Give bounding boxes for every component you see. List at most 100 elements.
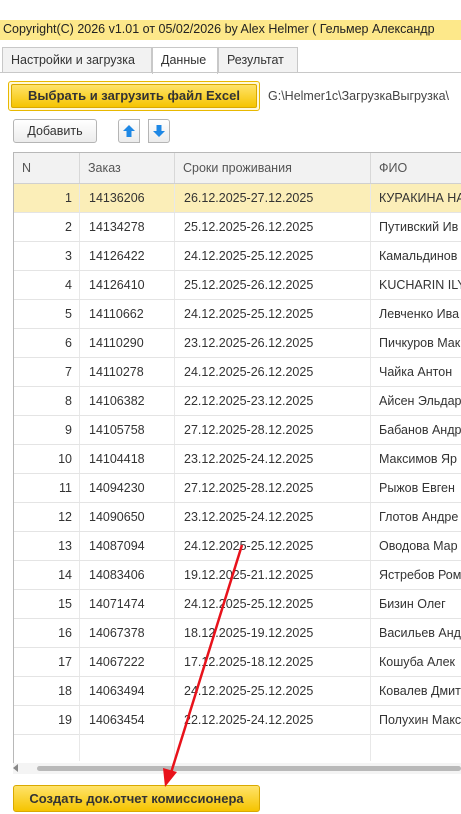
cell-n[interactable]: 13 (14, 532, 80, 560)
table-row[interactable]: 12 14090650 23.12.2025-24.12.2025 Глотов Ан… (14, 503, 461, 532)
cell-order[interactable]: 14063454 (80, 706, 175, 734)
cell-fio[interactable]: Оводова Мар (371, 532, 461, 560)
table-row[interactable]: 3 14126422 24.12.2025-25.12.2025 Камальдино… (14, 242, 461, 271)
cell-dates[interactable]: 27.12.2025-28.12.2025 (175, 474, 371, 502)
table-row[interactable]: 6 14110290 23.12.2025-26.12.2025 Пичкуров М… (14, 329, 461, 358)
cell-order[interactable]: 14094230 (80, 474, 175, 502)
cell-fio[interactable]: Камальдинов (371, 242, 461, 270)
scrollbar-thumb[interactable] (37, 766, 461, 771)
cell-n[interactable]: 18 (14, 677, 80, 705)
cell-dates[interactable]: 25.12.2025-26.12.2025 (175, 213, 371, 241)
cell-dates[interactable]: 24.12.2025-25.12.2025 (175, 300, 371, 328)
table-row[interactable]: 1 14136206 26.12.2025-27.12.2025 КУРАКИНА Н… (14, 184, 461, 213)
cell-order[interactable]: 14136206 (80, 184, 175, 212)
orders-table[interactable]: N Заказ Сроки проживания ФИО 1 14136206 26… (13, 152, 461, 774)
table-row[interactable]: 10 14104418 23.12.2025-24.12.2025 Максимов … (14, 445, 461, 474)
cell-dates[interactable]: 18.12.2025-19.12.2025 (175, 619, 371, 647)
tab-data[interactable]: Данные (152, 47, 218, 74)
cell-order[interactable]: 14105758 (80, 416, 175, 444)
cell-dates[interactable]: 23.12.2025-26.12.2025 (175, 329, 371, 357)
table-row[interactable]: 17 14067222 17.12.2025-18.12.2025 Кошуба Ал… (14, 648, 461, 677)
cell-order[interactable]: 14110662 (80, 300, 175, 328)
table-row[interactable]: 16 14067378 18.12.2025-19.12.2025 Васильев … (14, 619, 461, 648)
cell-order[interactable]: 14106382 (80, 387, 175, 415)
cell-n[interactable]: 8 (14, 387, 80, 415)
cell-order[interactable]: 14071474 (80, 590, 175, 618)
cell-order[interactable]: 14126410 (80, 271, 175, 299)
cell-order[interactable]: 14134278 (80, 213, 175, 241)
cell-dates[interactable]: 17.12.2025-18.12.2025 (175, 648, 371, 676)
cell-fio[interactable]: Глотов Андре (371, 503, 461, 531)
table-row[interactable]: 9 14105758 27.12.2025-28.12.2025 Бабанов Ан… (14, 416, 461, 445)
cell-order[interactable]: 14067378 (80, 619, 175, 647)
table-row[interactable]: 4 14126410 25.12.2025-26.12.2025 KUCHARIN I… (14, 271, 461, 300)
horizontal-scrollbar[interactable] (13, 763, 461, 774)
load-excel-button[interactable]: Выбрать и загрузить файл Excel (8, 81, 260, 111)
cell-order[interactable]: 14087094 (80, 532, 175, 560)
cell-fio[interactable]: Пичкуров Мак (371, 329, 461, 357)
cell-fio[interactable]: Ястребов Ром (371, 561, 461, 589)
cell-dates[interactable]: 24.12.2025-25.12.2025 (175, 532, 371, 560)
cell-fio[interactable]: Кошуба Алек (371, 648, 461, 676)
cell-n[interactable]: 7 (14, 358, 80, 386)
cell-order[interactable]: 14090650 (80, 503, 175, 531)
cell-n[interactable]: 9 (14, 416, 80, 444)
cell-n[interactable]: 6 (14, 329, 80, 357)
table-row[interactable]: 15 14071474 24.12.2025-25.12.2025 Бизин Оле… (14, 590, 461, 619)
cell-dates[interactable]: 26.12.2025-27.12.2025 (175, 184, 371, 212)
cell-fio[interactable]: Левченко Ива (371, 300, 461, 328)
table-row[interactable]: 7 14110278 24.12.2025-26.12.2025 Чайка Анто… (14, 358, 461, 387)
cell-dates[interactable]: 25.12.2025-26.12.2025 (175, 271, 371, 299)
cell-fio[interactable]: Рыжов Евген (371, 474, 461, 502)
cell-dates[interactable]: 22.12.2025-24.12.2025 (175, 706, 371, 734)
cell-n[interactable]: 19 (14, 706, 80, 734)
table-row[interactable]: 14 14083406 19.12.2025-21.12.2025 Ястребов … (14, 561, 461, 590)
table-row[interactable]: 5 14110662 24.12.2025-25.12.2025 Левченко И… (14, 300, 461, 329)
create-commission-report-button[interactable]: Создать док.отчет комиссионера (13, 785, 260, 812)
column-header-dates[interactable]: Сроки проживания (175, 153, 371, 183)
cell-fio[interactable]: Путивский Ив (371, 213, 461, 241)
column-header-n[interactable]: N (14, 153, 80, 183)
cell-n[interactable]: 15 (14, 590, 80, 618)
cell-fio[interactable]: Ковалев Дмит (371, 677, 461, 705)
cell-n[interactable]: 5 (14, 300, 80, 328)
cell-fio[interactable]: KUCHARIN ILY (371, 271, 461, 299)
cell-fio[interactable]: Бабанов Андр (371, 416, 461, 444)
cell-dates[interactable]: 23.12.2025-24.12.2025 (175, 445, 371, 473)
table-row[interactable]: 8 14106382 22.12.2025-23.12.2025 Айсен Эльд… (14, 387, 461, 416)
cell-order[interactable]: 14063494 (80, 677, 175, 705)
table-row[interactable]: 19 14063454 22.12.2025-24.12.2025 Полухин М… (14, 706, 461, 735)
cell-dates[interactable]: 24.12.2025-25.12.2025 (175, 677, 371, 705)
column-header-fio[interactable]: ФИО (371, 153, 461, 183)
tab-result[interactable]: Результат (218, 47, 298, 72)
cell-fio[interactable]: Максимов Яр (371, 445, 461, 473)
add-button[interactable]: Добавить (13, 119, 97, 143)
cell-n[interactable]: 1 (14, 184, 80, 212)
cell-n[interactable]: 2 (14, 213, 80, 241)
cell-fio[interactable]: Чайка Антон (371, 358, 461, 386)
cell-order[interactable]: 14126422 (80, 242, 175, 270)
cell-dates[interactable]: 19.12.2025-21.12.2025 (175, 561, 371, 589)
cell-order[interactable]: 14110290 (80, 329, 175, 357)
cell-dates[interactable]: 22.12.2025-23.12.2025 (175, 387, 371, 415)
cell-n[interactable]: 12 (14, 503, 80, 531)
cell-n[interactable]: 17 (14, 648, 80, 676)
table-row[interactable]: 13 14087094 24.12.2025-25.12.2025 Оводова М… (14, 532, 461, 561)
cell-n[interactable]: 10 (14, 445, 80, 473)
cell-n[interactable]: 4 (14, 271, 80, 299)
cell-n[interactable]: 14 (14, 561, 80, 589)
move-up-button[interactable] (118, 119, 140, 143)
scroll-left-arrow-icon[interactable] (13, 764, 18, 772)
move-down-button[interactable] (148, 119, 170, 143)
cell-dates[interactable]: 24.12.2025-25.12.2025 (175, 242, 371, 270)
cell-fio[interactable]: Полухин Макс (371, 706, 461, 734)
cell-dates[interactable]: 27.12.2025-28.12.2025 (175, 416, 371, 444)
cell-fio[interactable]: Васильев Анд (371, 619, 461, 647)
cell-order[interactable]: 14083406 (80, 561, 175, 589)
cell-dates[interactable]: 23.12.2025-24.12.2025 (175, 503, 371, 531)
cell-n[interactable]: 16 (14, 619, 80, 647)
table-row[interactable]: 11 14094230 27.12.2025-28.12.2025 Рыжов Евг… (14, 474, 461, 503)
cell-n[interactable]: 3 (14, 242, 80, 270)
cell-order[interactable]: 14104418 (80, 445, 175, 473)
cell-dates[interactable]: 24.12.2025-26.12.2025 (175, 358, 371, 386)
